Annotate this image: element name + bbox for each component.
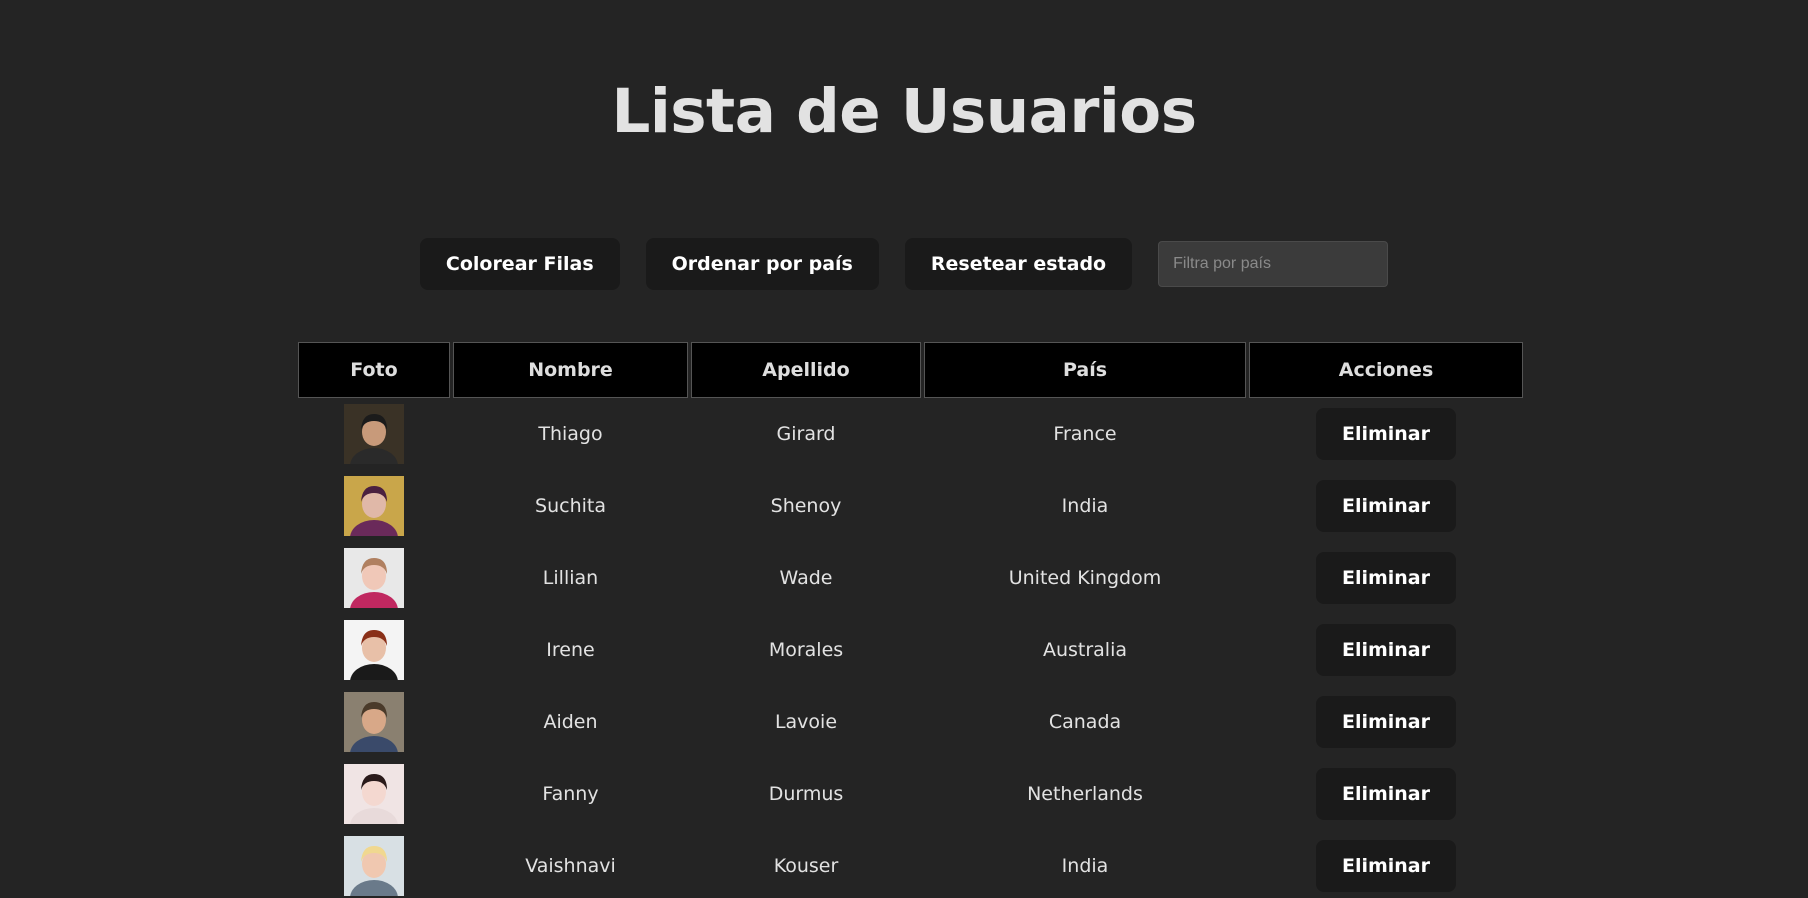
- photo-cell: [298, 830, 450, 898]
- photo-cell: [298, 470, 450, 542]
- first-name-cell: Fanny: [542, 783, 599, 805]
- users-table: Foto Nombre Apellido País Acciones Thiag…: [295, 342, 1526, 898]
- header-nombre: Nombre: [453, 342, 688, 398]
- last-name-cell: Kouser: [773, 855, 839, 877]
- page-title: Lista de Usuarios: [611, 76, 1197, 147]
- table-row: Lillian Wade United Kingdom Eliminar: [298, 542, 1523, 614]
- avatar: [344, 692, 404, 752]
- table-row: Vaishnavi Kouser India Eliminar: [298, 830, 1523, 898]
- avatar: [344, 836, 404, 896]
- first-name-cell: Thiago: [538, 423, 603, 445]
- first-name-cell: Suchita: [535, 495, 606, 517]
- delete-user-button[interactable]: Eliminar: [1315, 840, 1457, 892]
- avatar: [344, 620, 404, 680]
- first-name-cell: Vaishnavi: [525, 855, 616, 877]
- delete-user-button[interactable]: Eliminar: [1315, 408, 1457, 460]
- header-apellido: Apellido: [691, 342, 921, 398]
- country-cell: India: [1061, 495, 1109, 517]
- color-rows-button[interactable]: Colorear Filas: [419, 238, 620, 290]
- country-cell: France: [1053, 423, 1117, 445]
- last-name-cell: Shenoy: [770, 495, 842, 517]
- reset-state-button[interactable]: Resetear estado: [904, 238, 1133, 290]
- delete-user-button[interactable]: Eliminar: [1315, 768, 1457, 820]
- page: Lista de Usuarios Colorear Filas Ordenar…: [0, 0, 1808, 898]
- country-filter-input[interactable]: [1158, 241, 1389, 287]
- first-name-cell: Irene: [546, 639, 595, 661]
- delete-user-button[interactable]: Eliminar: [1315, 696, 1457, 748]
- photo-cell: [298, 542, 450, 614]
- country-cell: Netherlands: [1027, 783, 1143, 805]
- actions-cell: Eliminar: [1249, 758, 1523, 830]
- table-header-row: Foto Nombre Apellido País Acciones: [298, 342, 1523, 398]
- actions-cell: Eliminar: [1249, 470, 1523, 542]
- table-row: Irene Morales Australia Eliminar: [298, 614, 1523, 686]
- first-name-cell: Aiden: [543, 711, 598, 733]
- actions-cell: Eliminar: [1249, 542, 1523, 614]
- table-row: Fanny Durmus Netherlands Eliminar: [298, 758, 1523, 830]
- delete-user-button[interactable]: Eliminar: [1315, 480, 1457, 532]
- header-foto: Foto: [298, 342, 450, 398]
- actions-cell: Eliminar: [1249, 398, 1523, 470]
- delete-user-button[interactable]: Eliminar: [1315, 624, 1457, 676]
- last-name-cell: Durmus: [768, 783, 844, 805]
- table-row: Aiden Lavoie Canada Eliminar: [298, 686, 1523, 758]
- photo-cell: [298, 686, 450, 758]
- country-cell: Australia: [1042, 639, 1128, 661]
- last-name-cell: Wade: [779, 567, 833, 589]
- first-name-cell: Lillian: [542, 567, 599, 589]
- photo-cell: [298, 398, 450, 470]
- actions-cell: Eliminar: [1249, 614, 1523, 686]
- last-name-cell: Lavoie: [774, 711, 838, 733]
- avatar: [344, 404, 404, 464]
- last-name-cell: Girard: [776, 423, 836, 445]
- sort-by-country-button[interactable]: Ordenar por país: [645, 238, 879, 290]
- avatar: [344, 548, 404, 608]
- table-row: Thiago Girard France Eliminar: [298, 398, 1523, 470]
- avatar: [344, 764, 404, 824]
- actions-cell: Eliminar: [1249, 686, 1523, 758]
- country-cell: United Kingdom: [1008, 567, 1162, 589]
- header-pais: País: [924, 342, 1246, 398]
- photo-cell: [298, 614, 450, 686]
- photo-cell: [298, 758, 450, 830]
- table-row: Suchita Shenoy India Eliminar: [298, 470, 1523, 542]
- header-acciones: Acciones: [1249, 342, 1523, 398]
- country-cell: Canada: [1048, 711, 1122, 733]
- actions-cell: Eliminar: [1249, 830, 1523, 898]
- country-cell: India: [1061, 855, 1109, 877]
- last-name-cell: Morales: [768, 639, 844, 661]
- toolbar: Colorear Filas Ordenar por país Resetear…: [0, 238, 1808, 290]
- avatar: [344, 476, 404, 536]
- delete-user-button[interactable]: Eliminar: [1315, 552, 1457, 604]
